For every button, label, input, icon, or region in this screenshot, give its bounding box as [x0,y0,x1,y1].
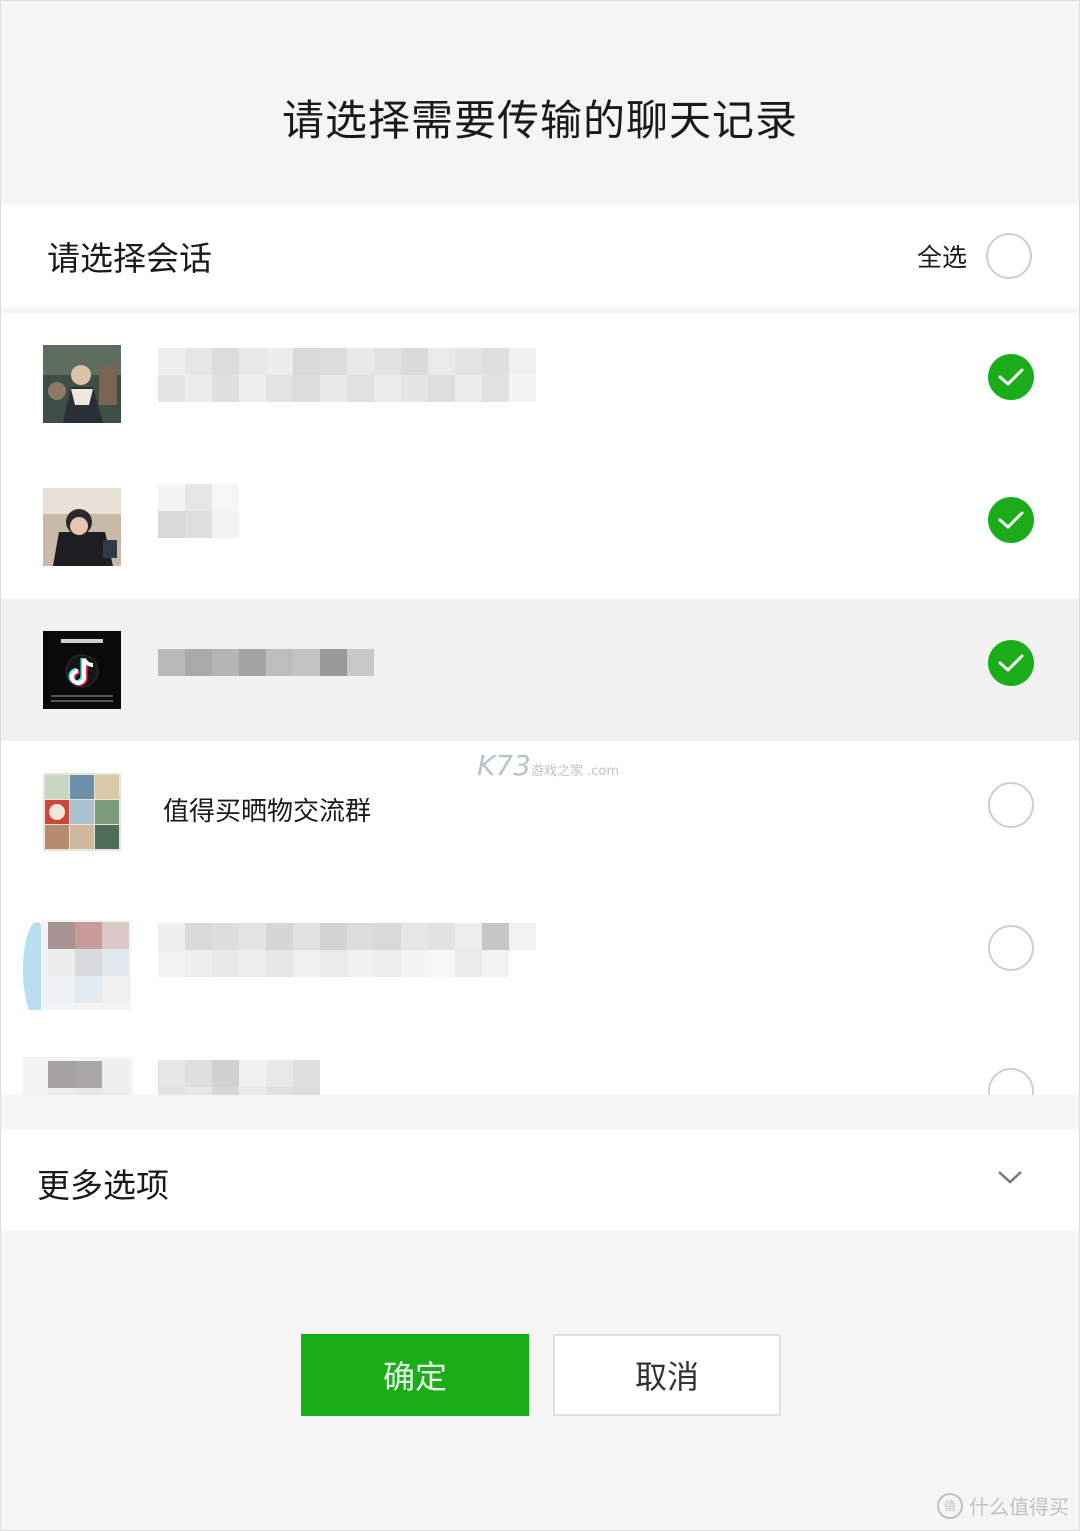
unchecked-icon[interactable] [988,782,1034,828]
blurred-chat-name [158,649,378,676]
checked-icon[interactable] [988,354,1034,400]
chat-row[interactable] [1,313,1079,455]
avatar [21,900,131,1010]
checked-icon[interactable] [988,640,1034,686]
list-header: 请选择会话 全选 [1,205,1079,307]
select-chat-label: 请选择会话 [47,239,212,278]
chat-row[interactable] [1,1027,1079,1095]
blurred-chat-name [158,484,240,538]
more-options-row[interactable]: 更多选项 [1,1129,1079,1231]
dialog-title: 请选择需要传输的聊天记录 [281,96,798,145]
checked-icon[interactable] [988,497,1034,543]
avatar [23,1057,133,1095]
corner-watermark: 值 什么值得买 [937,1491,1069,1520]
cancel-button[interactable]: 取消 [553,1334,781,1416]
chat-row[interactable] [1,599,1079,741]
unchecked-icon[interactable] [988,925,1034,971]
select-all-label[interactable]: 全选 [917,238,967,274]
blurred-chat-name [158,923,542,977]
more-options-label: 更多选项 [37,1166,169,1205]
confirm-button[interactable]: 确定 [301,1334,529,1416]
badge-icon: 值 [937,1492,963,1519]
transfer-dialog: 请选择需要传输的聊天记录 请选择会话 全选 值得买晒物交流群 更多选项 确定 取… [0,0,1080,1531]
unchecked-icon[interactable] [988,1068,1034,1095]
avatar [43,631,121,709]
chat-row[interactable] [1,884,1079,1026]
blurred-chat-name [158,348,542,402]
avatar [43,488,121,566]
select-all-checkbox[interactable] [986,233,1032,279]
chat-name: 值得买晒物交流群 [163,797,372,827]
avatar [43,773,121,851]
chat-list[interactable]: 值得买晒物交流群 [1,313,1079,1095]
blurred-chat-name [158,1060,322,1095]
avatar [43,345,121,423]
watermark: K73游戏之家 .com [477,749,620,782]
chat-row[interactable] [1,456,1079,598]
chevron-down-icon[interactable] [997,1169,1023,1185]
